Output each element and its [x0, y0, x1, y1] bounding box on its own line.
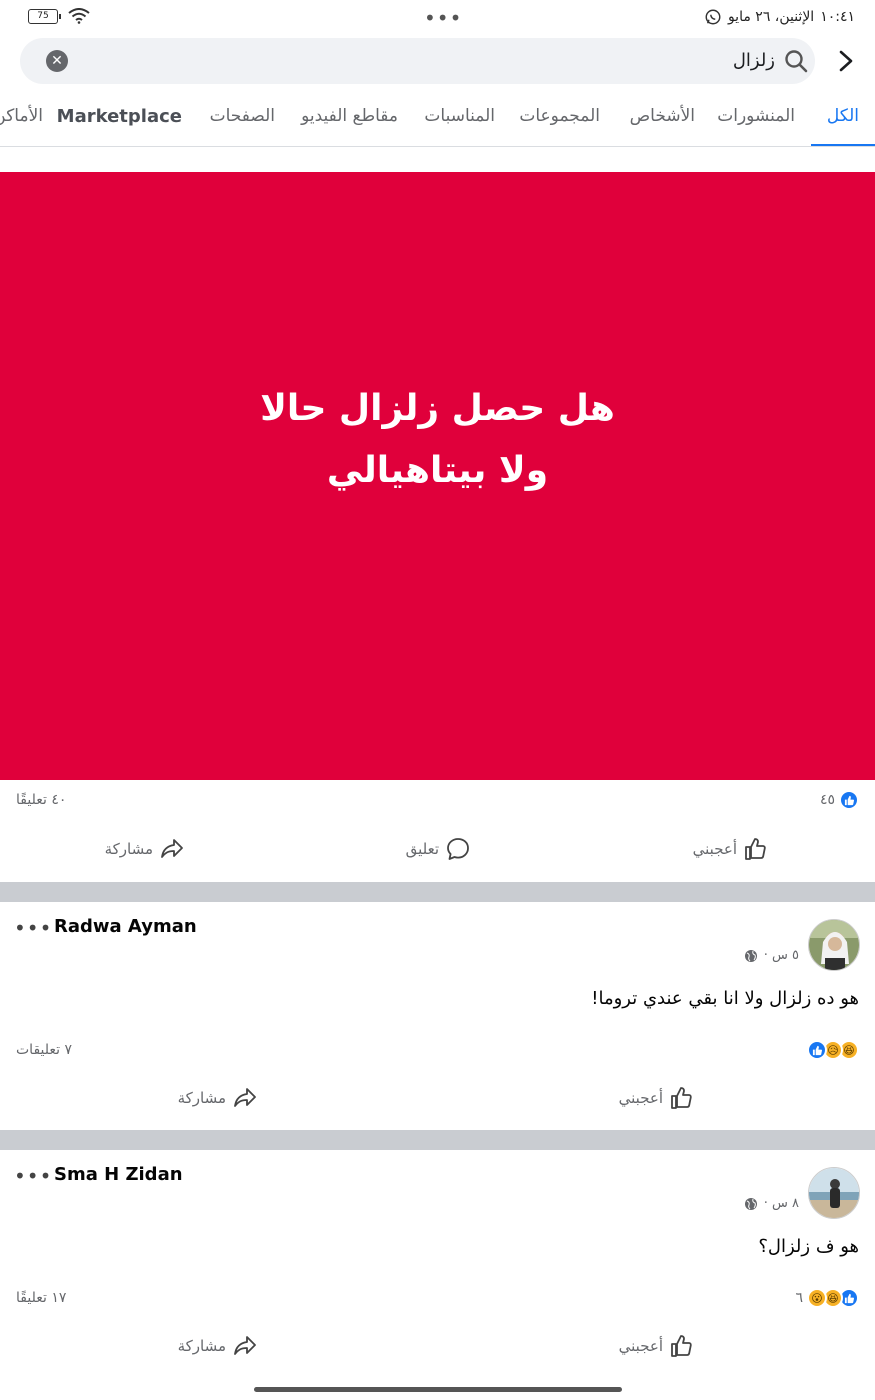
- time-label: ٥ س ·: [763, 948, 799, 963]
- tab-marketplace[interactable]: Marketplace: [57, 106, 182, 127]
- reactions-summary[interactable]: 😆 😮 ٦: [795, 1288, 859, 1308]
- comments-count[interactable]: ١٧ تعليقًا: [16, 1290, 66, 1306]
- post-text-line-1: هل حصل زلزال حالا: [260, 388, 615, 429]
- tab-posts[interactable]: المنشورات: [717, 106, 795, 126]
- post-image-text[interactable]: هل حصل زلزال حالا ولا بيتاهيالي: [0, 172, 875, 780]
- post-actions: أعجبني مشاركة: [0, 1327, 875, 1367]
- whatsapp-icon: [705, 9, 721, 25]
- thumbs-up-icon: [745, 838, 766, 860]
- tab-videos[interactable]: مقاطع الفيديو: [301, 106, 398, 126]
- wifi-icon: [68, 8, 90, 24]
- wow-reaction-icon: 😮: [807, 1288, 827, 1308]
- multitask-dots-icon[interactable]: •••: [424, 6, 462, 30]
- search-input[interactable]: زلزال: [733, 50, 775, 71]
- avatar[interactable]: [808, 919, 860, 971]
- filter-tabs: الكل المنشورات الأشخاص المجموعات المناسب…: [0, 92, 875, 147]
- battery-level: 75: [37, 10, 49, 21]
- time-label: ٨ س ·: [763, 1196, 799, 1211]
- author-name[interactable]: Sma H Zidan: [54, 1164, 183, 1185]
- active-tab-indicator: [811, 144, 875, 146]
- avatar-image: [809, 1168, 859, 1218]
- home-indicator[interactable]: [254, 1387, 622, 1392]
- like-reaction-icon: [807, 1040, 827, 1060]
- share-button[interactable]: مشاركة: [105, 836, 185, 862]
- globe-icon: [744, 949, 757, 962]
- tab-pages[interactable]: الصفحات: [210, 106, 275, 126]
- share-label: مشاركة: [177, 1089, 226, 1107]
- like-reaction-icon: [839, 790, 859, 810]
- status-date: الإثنين، ٢٦ مايو: [727, 9, 815, 25]
- avatar[interactable]: [808, 1167, 860, 1219]
- like-button[interactable]: أعجبني: [619, 1085, 695, 1111]
- author-name[interactable]: Radwa Ayman: [54, 916, 197, 937]
- like-button[interactable]: أعجبني: [619, 1333, 695, 1359]
- post-timestamp[interactable]: ٨ س ·: [744, 1196, 799, 1211]
- post-text: هو ف زلزال؟: [758, 1236, 859, 1257]
- thumbs-up-icon: [671, 1335, 692, 1357]
- share-button[interactable]: مشاركة: [178, 1333, 258, 1359]
- status-time: ١٠:٤١: [820, 9, 855, 25]
- post-timestamp[interactable]: ٥ س ·: [744, 948, 799, 963]
- post-text: هل حصل زلزال حالا ولا بيتاهيالي: [260, 378, 615, 502]
- comment-bubble-icon: [447, 838, 469, 860]
- tab-events[interactable]: المناسبات: [424, 106, 495, 126]
- search-icon: [785, 50, 808, 73]
- globe-icon: [744, 1197, 757, 1210]
- post-sma: Sma H Zidan ••• ٨ س · هو ف زلزال؟ ١٧ تعل…: [0, 1150, 875, 1380]
- post-divider: [0, 882, 875, 902]
- post-stats: ٧ تعليقات 😆 😥: [0, 1040, 875, 1064]
- tab-all[interactable]: الكل: [827, 106, 859, 126]
- share-arrow-icon: [234, 1336, 256, 1355]
- share-arrow-icon: [234, 1088, 256, 1107]
- comments-count[interactable]: ٧ تعليقات: [16, 1042, 72, 1058]
- more-options-icon[interactable]: •••: [14, 1164, 52, 1188]
- back-arrow-icon[interactable]: [835, 46, 857, 76]
- reactions-summary[interactable]: ٤٥: [820, 790, 859, 810]
- more-options-icon[interactable]: •••: [14, 916, 52, 940]
- comments-count[interactable]: ٤٠ تعليقًا: [16, 792, 66, 808]
- comment-label: تعليق: [405, 840, 439, 858]
- tab-groups[interactable]: المجموعات: [519, 106, 600, 126]
- post-actions: أعجبني تعليق مشاركة: [0, 830, 875, 870]
- post-stats: ١٧ تعليقًا 😆 😮 ٦: [0, 1288, 875, 1312]
- like-label: أعجبني: [618, 1089, 663, 1107]
- comment-button[interactable]: تعليق: [406, 836, 471, 862]
- status-bar-right: ١٠:٤١ الإثنين، ٢٦ مايو: [704, 8, 855, 26]
- share-arrow-icon: [161, 839, 183, 858]
- post-text-line-2: ولا بيتاهيالي: [326, 450, 549, 491]
- reactions-count: ٦: [795, 1290, 803, 1306]
- search-bar[interactable]: ✕ زلزال: [20, 38, 815, 84]
- post-stats: ٤٠ تعليقًا ٤٥: [0, 790, 875, 814]
- tab-people[interactable]: الأشخاص: [630, 106, 695, 126]
- like-button[interactable]: أعجبني: [693, 836, 769, 862]
- thumbs-up-icon: [671, 1087, 692, 1109]
- share-button[interactable]: مشاركة: [178, 1085, 258, 1111]
- reactions-summary[interactable]: 😆 😥: [807, 1040, 859, 1060]
- status-bar-left: 75: [28, 8, 90, 24]
- post-text: هو ده زلزال ولا انا بقي عندي تروما!: [591, 988, 859, 1009]
- post-divider: [0, 1130, 875, 1150]
- post-radwa: Radwa Ayman ••• ٥ س · هو ده زلزال ولا ان…: [0, 902, 875, 1130]
- battery-icon: 75: [28, 8, 61, 24]
- avatar-image: [809, 920, 859, 970]
- tab-places[interactable]: الأماكن: [0, 106, 43, 126]
- share-label: مشاركة: [104, 840, 153, 858]
- share-label: مشاركة: [177, 1337, 226, 1355]
- like-label: أعجبني: [692, 840, 737, 858]
- like-label: أعجبني: [618, 1337, 663, 1355]
- post-actions: أعجبني مشاركة: [0, 1079, 875, 1119]
- status-bar: ١٠:٤١ الإثنين، ٢٦ مايو ••• 75: [0, 0, 875, 36]
- reactions-count: ٤٥: [819, 792, 835, 808]
- clear-search-button[interactable]: ✕: [46, 50, 68, 72]
